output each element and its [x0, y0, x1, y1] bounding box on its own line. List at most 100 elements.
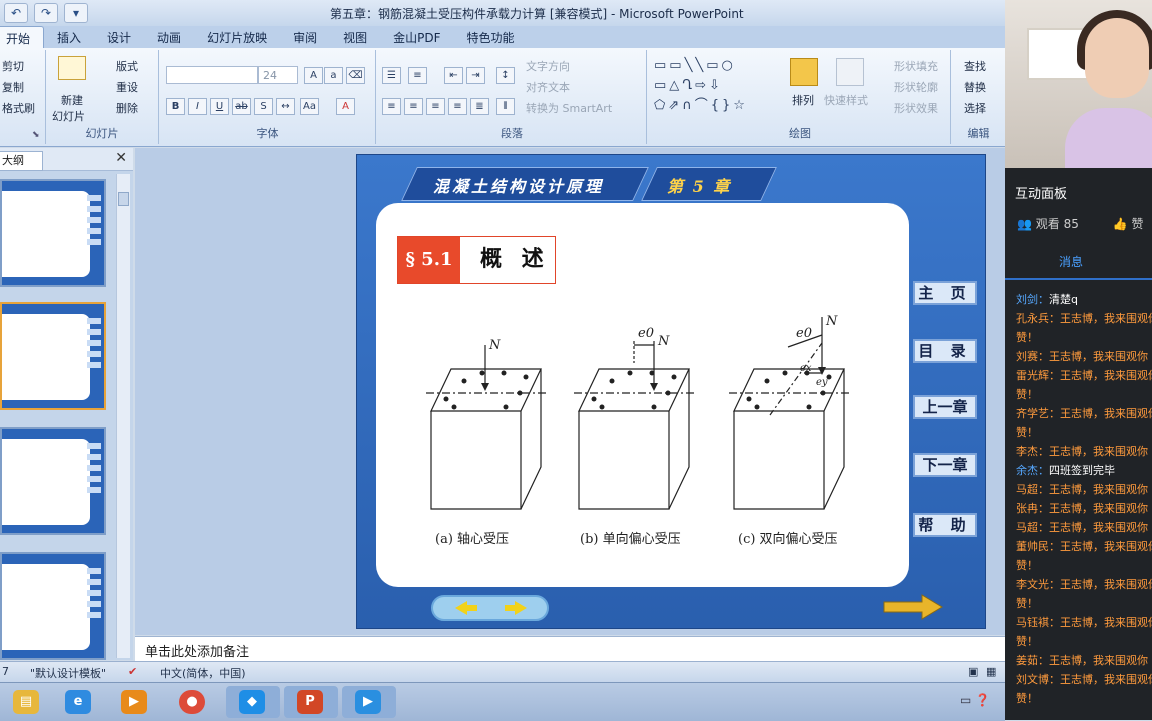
shape-outline-button[interactable]: 形状轮廓 [894, 79, 938, 95]
bold-icon[interactable]: B [166, 98, 185, 115]
tab-messages[interactable]: 消息 [1059, 253, 1083, 270]
columns-icon[interactable]: ⫴ [496, 98, 515, 115]
tab-home[interactable]: 开始 [0, 26, 45, 48]
justify-icon[interactable]: ≡ [448, 98, 467, 115]
cut-button[interactable]: 剪切 [2, 58, 24, 74]
reset-button[interactable]: 重设 [116, 79, 138, 95]
tray-icons[interactable]: ▭ ❓ [960, 693, 990, 707]
taskbar-video[interactable]: ▶ [342, 686, 396, 718]
tab-design[interactable]: 设计 [94, 26, 144, 48]
underline-icon[interactable]: U [210, 98, 229, 115]
distributed-icon[interactable]: ≣ [470, 98, 489, 115]
chat-text: 赞！ [1016, 597, 1038, 610]
section-heading: § 5.1 概 述 [397, 236, 556, 284]
next-chapter-button[interactable]: 下一章 [913, 453, 977, 477]
help-button[interactable]: 帮 助 [913, 513, 977, 537]
quick-styles-icon[interactable] [836, 58, 864, 86]
undo-icon[interactable]: ↶ [4, 3, 28, 23]
tab-kingsoft-pdf[interactable]: 金山PDF [380, 26, 453, 48]
normal-view-icon[interactable]: ▣ [968, 665, 978, 678]
quick-styles-button[interactable]: 快速样式 [824, 92, 868, 108]
chat-sender: 刘赛： [1016, 350, 1049, 363]
shape-fill-button[interactable]: 形状填充 [894, 58, 938, 74]
redo-icon[interactable]: ↷ [34, 3, 58, 23]
chat-message: 李杰：王志博，我来围观你 [1005, 442, 1152, 461]
tab-underline [1005, 278, 1152, 280]
slide-thumbnail[interactable] [0, 179, 106, 287]
numbering-icon[interactable]: ≡ [408, 67, 427, 84]
shadow-icon[interactable]: S [254, 98, 273, 115]
align-left-icon[interactable]: ≡ [382, 98, 401, 115]
new-slide-button[interactable]: 新建 [61, 92, 83, 108]
tab-view[interactable]: 视图 [330, 26, 380, 48]
tab-special-features[interactable]: 特色功能 [454, 26, 528, 48]
select-button[interactable]: 选择 [964, 100, 986, 116]
slide-sorter-icon[interactable]: ▦ [986, 665, 996, 678]
prev-next-arrows[interactable] [431, 595, 549, 621]
taskbar-chrome[interactable]: ● [166, 686, 220, 718]
align-right-icon[interactable]: ≡ [426, 98, 445, 115]
copy-button[interactable]: 复制 [2, 79, 24, 95]
slide-thumbnail[interactable] [0, 552, 106, 660]
text-direction-button[interactable]: 文字方向 [526, 58, 570, 74]
next-arrow-icon[interactable] [882, 593, 946, 621]
notes-placeholder: 单击此处添加备注 [145, 645, 250, 660]
bullets-icon[interactable]: ☰ [382, 67, 401, 84]
customize-qat-icon[interactable]: ▾ [64, 3, 88, 23]
align-text-button[interactable]: 对齐文本 [526, 79, 570, 95]
increase-indent-icon[interactable]: ⇥ [466, 67, 485, 84]
slide-thumbnail-selected[interactable] [0, 302, 106, 410]
convert-smartart-button[interactable]: 转换为 SmartArt [526, 100, 612, 116]
contents-button[interactable]: 目 录 [913, 339, 977, 363]
arrange-icon[interactable] [790, 58, 818, 86]
home-button[interactable]: 主 页 [913, 281, 977, 305]
tab-review[interactable]: 审阅 [280, 26, 330, 48]
grow-font-icon[interactable]: A [304, 67, 323, 84]
taskbar-ie[interactable]: e [52, 686, 106, 718]
shrink-font-icon[interactable]: a [324, 67, 343, 84]
dialog-launcher-icon[interactable]: ⬊ [32, 130, 40, 140]
taskbar-powerpoint[interactable]: P [284, 686, 338, 718]
shape-effects-button[interactable]: 形状效果 [894, 100, 938, 116]
new-slide-icon[interactable] [58, 56, 86, 80]
char-spacing-icon[interactable]: ↔ [276, 98, 295, 115]
thumbnail-scrollbar[interactable] [116, 174, 130, 658]
replace-button[interactable]: 替换 [964, 79, 986, 95]
line-spacing-icon[interactable]: ↕ [496, 67, 515, 84]
message-list[interactable]: 刘剑：清楚q 孔永兵：王志博，我来围观你 赞！ 刘赛：王志博，我来围观你 雷光辉：王志博… [1005, 290, 1152, 710]
decrease-indent-icon[interactable]: ⇤ [444, 67, 463, 84]
taskbar-app[interactable]: ◆ [226, 686, 280, 718]
align-center-icon[interactable]: ≡ [404, 98, 423, 115]
tab-slideshow[interactable]: 幻灯片放映 [194, 26, 280, 48]
chat-text: 王志博，我来围观你 [1060, 673, 1152, 686]
clear-format-icon[interactable]: ⌫ [346, 67, 365, 84]
find-button[interactable]: 查找 [964, 58, 986, 74]
tab-animations[interactable]: 动画 [144, 26, 194, 48]
shapes-gallery[interactable]: ▭▭╲╲▭○ ▭△Ղ⇨⇩ ⬠⇗∩⌒{}☆ [654, 56, 778, 118]
like-icon[interactable]: 👍 [1113, 217, 1128, 231]
taskbar-media[interactable]: ▶ [108, 686, 162, 718]
slide-thumbnail[interactable] [0, 427, 106, 535]
arrange-button[interactable]: 排列 [792, 92, 814, 108]
new-slide-button-line2[interactable]: 幻灯片 [52, 108, 85, 124]
tab-outline[interactable]: 大纲 [0, 151, 43, 171]
prev-chapter-button[interactable]: 上一章 [913, 395, 977, 419]
notes-pane[interactable]: 单击此处添加备注 [135, 636, 1005, 661]
taskbar-explorer[interactable]: ▤ [0, 686, 54, 718]
format-painter-button[interactable]: 格式刷 [2, 100, 35, 116]
font-name-combo[interactable] [166, 66, 258, 84]
change-case-icon[interactable]: Aa [300, 98, 319, 115]
close-icon[interactable]: ✕ [115, 150, 127, 166]
like-label[interactable]: 赞 [1131, 217, 1143, 231]
font-color-icon[interactable]: A [336, 98, 355, 115]
italic-icon[interactable]: I [188, 98, 207, 115]
delete-button[interactable]: 删除 [116, 100, 138, 116]
spellcheck-icon[interactable]: ✔ [128, 665, 137, 678]
chat-text: 王志博，我来围观你 [1049, 445, 1148, 458]
layout-button[interactable]: 版式 [116, 58, 138, 74]
strikethrough-icon[interactable]: ab [232, 98, 251, 115]
language-indicator[interactable]: 中文(简体，中国) [160, 665, 246, 681]
slide-canvas[interactable]: 混凝土结构设计原理 第 5 章 § 5.1 概 述 N N e0 N e0 ex… [356, 154, 986, 629]
font-size-combo[interactable]: 24 [258, 66, 298, 84]
tab-insert[interactable]: 插入 [44, 26, 94, 48]
